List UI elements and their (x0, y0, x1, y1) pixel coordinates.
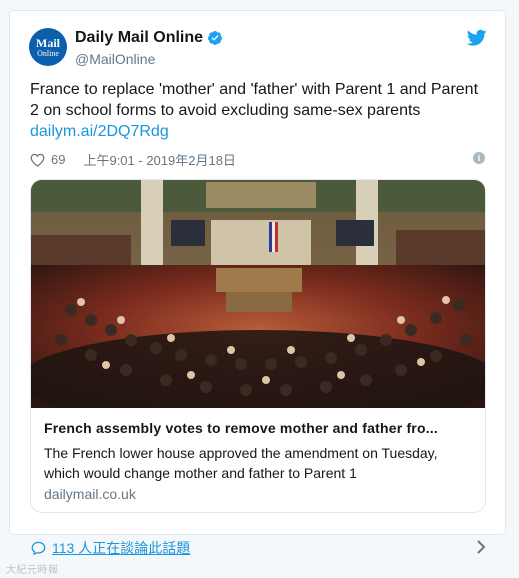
like-count[interactable]: 69 (51, 152, 65, 167)
tweet-link[interactable]: dailym.ai/2DQ7Rdg (30, 123, 169, 140)
conversation-footer[interactable]: 113 人正在談論此話題 (9, 529, 506, 563)
tweet-meta: 69 上午9:01 - 2019年2月18日 (30, 150, 236, 169)
link-card-title[interactable]: French assembly votes to remove mother a… (44, 420, 476, 436)
conversation-link[interactable]: 113 人正在談論此話題 (31, 538, 190, 558)
watermark: 大紀元時報 (6, 565, 59, 576)
avatar[interactable]: Mail Online (29, 28, 67, 66)
avatar-text-line2: Online (37, 48, 59, 58)
verified-badge-icon (208, 31, 223, 45)
author-name-row[interactable]: Daily Mail Online (75, 29, 223, 47)
chevron-right-icon[interactable] (476, 540, 486, 554)
link-preview-card[interactable]: French assembly votes to remove mother a… (30, 179, 486, 513)
info-icon[interactable]: i (473, 152, 485, 164)
tweet-card: Mail Online Daily Mail Online @MailOnlin… (9, 10, 506, 535)
conversation-count[interactable]: 113 人正在談論此話題 (52, 538, 190, 558)
twitter-bird-icon[interactable] (467, 29, 487, 47)
heart-icon[interactable] (30, 153, 45, 167)
tweet-body: France to replace 'mother' and 'father' … (30, 81, 479, 119)
link-card-domain: dailymail.co.uk (44, 486, 136, 502)
author-handle[interactable]: @MailOnline (75, 51, 155, 67)
tweet-text: France to replace 'mother' and 'father' … (30, 79, 490, 142)
link-card-description: The French lower house approved the amen… (44, 445, 438, 481)
assembly-photo (31, 180, 485, 408)
speech-bubble-icon (31, 541, 46, 555)
avatar-text-line1: Mail (36, 35, 60, 50)
author-name[interactable]: Daily Mail Online (75, 29, 203, 47)
timestamp[interactable]: 上午9:01 - 2019年2月18日 (83, 150, 235, 169)
